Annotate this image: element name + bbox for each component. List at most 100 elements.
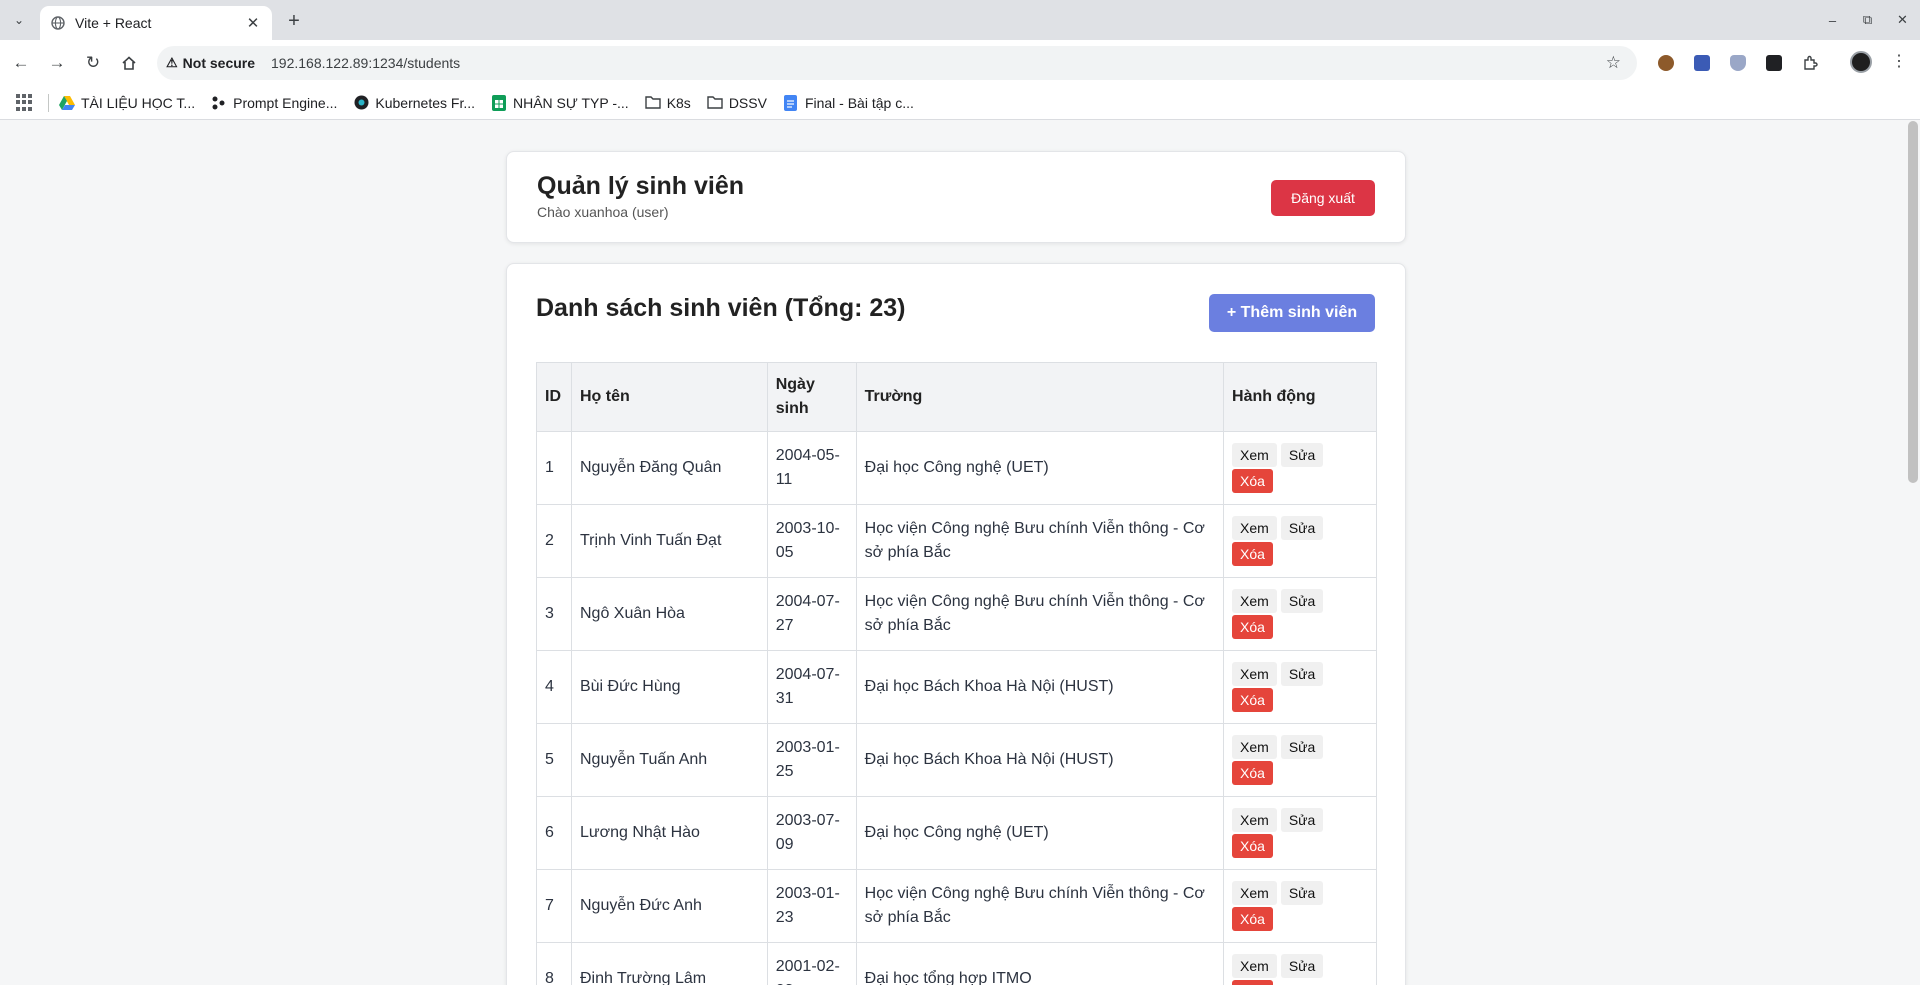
dob-part: 11 (775, 471, 793, 488)
bookmark-item[interactable]: K8s (644, 95, 691, 111)
profile-avatar[interactable] (1850, 51, 1872, 73)
delete-button[interactable]: Xóa (1232, 615, 1273, 639)
tab-search-chevron-icon[interactable]: ⌄ (6, 8, 32, 32)
cell-actions: Xem Sửa Xóa (1223, 577, 1377, 651)
view-button[interactable]: Xem (1232, 516, 1277, 540)
edit-button[interactable]: Sửa (1280, 662, 1324, 686)
bookmark-item[interactable]: DSSV (707, 95, 767, 111)
new-tab-icon[interactable]: + (281, 8, 307, 34)
dob-part: 25 (775, 763, 794, 780)
url-text[interactable]: 192.168.122.89:1234/students (271, 55, 460, 71)
bookmark-star-icon[interactable]: ☆ (1606, 53, 1621, 73)
cell-school: Học viện Công nghệ Bưu chính Viễn thông … (855, 869, 1225, 943)
dob-part: 27 (775, 617, 794, 634)
folder-icon (707, 95, 723, 111)
folder-icon (644, 95, 661, 111)
delete-button[interactable]: Xóa (1232, 469, 1273, 493)
edit-button[interactable]: Sửa (1280, 516, 1324, 540)
delete-button[interactable]: Xóa (1232, 907, 1273, 931)
bookmark-item[interactable]: Prompt Engine... (211, 95, 337, 111)
dob-part: 31 (775, 690, 794, 707)
cell-dob: 2001-02- 03 (766, 942, 857, 985)
view-button[interactable]: Xem (1232, 662, 1277, 686)
delete-button[interactable]: Xóa (1232, 761, 1273, 785)
address-bar[interactable]: ⚠ Not secure 192.168.122.89:1234/student… (157, 46, 1637, 80)
dob-part: 2003-10- (775, 520, 840, 537)
cell-school: Đại học Công nghệ (UET) (855, 796, 1225, 870)
cell-id: 8 (536, 942, 572, 985)
cell-school: Đại học tổng hợp ITMO (855, 942, 1225, 985)
table-header-row: ID Họ tên Ngày sinh Trường Hành động (536, 362, 1377, 432)
cell-name: Nguyễn Đăng Quân (570, 431, 768, 505)
apps-grid-icon[interactable] (16, 93, 34, 112)
column-header-dob-line1: Ngày (775, 376, 815, 393)
user-greeting: Chào xuanhoa (user) (537, 204, 669, 220)
view-button[interactable]: Xem (1232, 881, 1277, 905)
add-student-button[interactable]: + Thêm sinh viên (1209, 294, 1375, 332)
forward-icon[interactable]: → (42, 48, 72, 78)
bookmark-label: DSSV (728, 94, 767, 111)
table-row: 4 Bùi Đức Hùng 2004-07- 31 Đại học Bách K… (536, 650, 1377, 724)
restore-icon[interactable]: ⧉ (1850, 0, 1885, 40)
header-card: Quản lý sinh viên Chào xuanhoa (user) Đă… (506, 151, 1406, 243)
table-row: 2 Trịnh Vinh Tuấn Đạt 2003-10- 05 Học việ… (536, 504, 1377, 578)
column-header-dob-line2: sinh (775, 400, 809, 417)
view-button[interactable]: Xem (1232, 735, 1277, 759)
view-button[interactable]: Xem (1232, 443, 1277, 467)
table-row: 6 Lương Nhật Hào 2003-07- 09 Đại học Công… (536, 796, 1377, 870)
edit-button[interactable]: Sửa (1280, 808, 1324, 832)
table-row: 3 Ngô Xuân Hòa 2004-07- 27 Học viện Công … (536, 577, 1377, 651)
edit-button[interactable]: Sửa (1280, 881, 1324, 905)
cell-id: 1 (536, 431, 572, 505)
edit-button[interactable]: Sửa (1280, 735, 1324, 759)
student-list-title: Danh sách sinh viên (Tổng: 23) (536, 294, 906, 322)
cell-dob: 2003-07- 09 (766, 796, 857, 870)
bookmark-label: TÀI LIỆU HỌC T... (81, 94, 196, 111)
browser-menu-icon[interactable]: ⋮ (1891, 51, 1907, 73)
delete-button[interactable]: Xóa (1232, 980, 1273, 985)
bookmark-item[interactable]: TÀI LIỆU HỌC T... (59, 95, 195, 111)
edit-button[interactable]: Sửa (1280, 589, 1324, 613)
reload-icon[interactable]: ↻ (78, 48, 108, 78)
back-icon[interactable]: ← (6, 48, 36, 78)
dob-part: 2003-01- (775, 885, 840, 902)
view-button[interactable]: Xem (1232, 589, 1277, 613)
docs-icon (783, 94, 799, 111)
student-list-card: Danh sách sinh viên (Tổng: 23) + Thêm si… (506, 263, 1406, 985)
page-scrollbar[interactable] (1906, 121, 1920, 985)
cell-actions: Xem Sửa Xóa (1223, 796, 1377, 870)
cell-actions: Xem Sửa Xóa (1223, 650, 1377, 724)
table-row: 1 Nguyễn Đăng Quân 2004-05- 11 Đại học Cô… (536, 431, 1377, 505)
game-extension-icon[interactable] (1756, 48, 1792, 78)
minimize-icon[interactable]: – (1815, 0, 1850, 40)
scrollbar-thumb[interactable] (1908, 121, 1918, 483)
puzzle-extensions-icon[interactable] (1792, 48, 1828, 78)
cell-id: 6 (536, 796, 572, 870)
view-button[interactable]: Xem (1232, 808, 1277, 832)
bookmarks-bar: TÀI LIỆU HỌC T... Prompt Engine... Kuber… (0, 86, 1920, 120)
dob-part: 03 (776, 979, 848, 985)
close-window-icon[interactable]: ✕ (1885, 0, 1920, 40)
bookmark-item[interactable]: Kubernetes Fr... (353, 95, 475, 111)
home-icon[interactable] (114, 48, 144, 78)
edit-button[interactable]: Sửa (1280, 443, 1324, 467)
security-chip[interactable]: ⚠ Not secure (166, 55, 265, 71)
view-button[interactable]: Xem (1232, 954, 1277, 978)
logout-button[interactable]: Đăng xuất (1271, 180, 1375, 216)
active-tab[interactable]: Vite + React ✕ (40, 6, 272, 40)
cookie-extension-icon[interactable] (1648, 48, 1684, 78)
bookmark-item[interactable]: Final - Bài tập c... (783, 94, 914, 111)
delete-button[interactable]: Xóa (1232, 688, 1273, 712)
column-header-school: Trường (855, 362, 1225, 432)
delete-button[interactable]: Xóa (1232, 542, 1273, 566)
cell-name: Bùi Đức Hùng (570, 650, 768, 724)
shield-extension-icon[interactable] (1720, 48, 1756, 78)
cell-actions: Xem Sửa Xóa (1223, 723, 1377, 797)
cell-school: Đại học Công nghệ (UET) (855, 431, 1225, 505)
bookmark-item[interactable]: NHÂN SỰ TYP -... (491, 94, 629, 111)
close-tab-icon[interactable]: ✕ (244, 14, 262, 32)
edit-button[interactable]: Sửa (1280, 954, 1324, 978)
extension-icon[interactable] (1684, 48, 1720, 78)
delete-button[interactable]: Xóa (1232, 834, 1273, 858)
dob-part: 23 (775, 909, 794, 926)
